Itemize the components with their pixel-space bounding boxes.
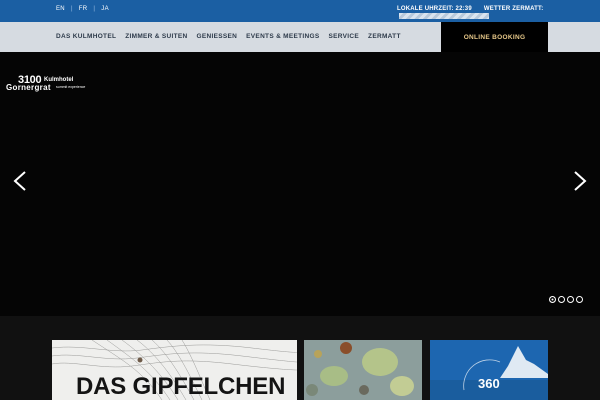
nav-item-kulmhotel[interactable]: DAS KULMHOTEL — [56, 33, 116, 40]
logo-place: Gornergrat — [6, 83, 51, 92]
nav-item-service[interactable]: SERVICE — [329, 33, 360, 40]
weather-label: WETTER ZERMATT: — [483, 6, 544, 12]
slide-dot-1[interactable] — [549, 296, 556, 303]
info-bar: LOKALE UHRZEIT: 22:39 WETTER ZERMATT: — [397, 6, 543, 12]
top-bar: EN | FR | JA LOKALE UHRZEIT: 22:39 WETTE… — [0, 0, 600, 22]
slide-dot-4[interactable] — [576, 296, 583, 303]
teaser-section: DAS GIPFELCHEN 360 — [0, 316, 600, 400]
hero-slider: 3100 Kulmhotel Gornergrat summit experie… — [0, 52, 600, 316]
language-ja[interactable]: JA — [95, 6, 115, 12]
local-time: LOKALE UHRZEIT: 22:39 — [397, 6, 472, 12]
chevron-left-icon[interactable] — [10, 166, 30, 196]
lichen-photo-image — [304, 340, 422, 400]
teaser-card-lichen[interactable] — [304, 340, 422, 400]
slide-dot-2[interactable] — [558, 296, 565, 303]
language-fr[interactable]: FR — [73, 6, 94, 12]
nav-item-zermatt[interactable]: ZERMATT — [368, 33, 401, 40]
online-booking-button[interactable]: ONLINE BOOKING — [441, 22, 548, 52]
teaser-title: DAS GIPFELCHEN — [76, 373, 286, 400]
nav-item-zimmer-suiten[interactable]: ZIMMER & SUITEN — [125, 33, 187, 40]
slider-pagination — [549, 296, 585, 303]
language-en[interactable]: EN — [56, 6, 71, 12]
badge-360: 360 — [478, 376, 500, 391]
language-switcher: EN | FR | JA — [56, 6, 115, 12]
slide-dot-3[interactable] — [567, 296, 574, 303]
logo-tagline: summit experience — [56, 85, 86, 89]
nav-item-geniessen[interactable]: GENIESSEN — [197, 33, 238, 40]
teaser-card-360[interactable]: 360 — [430, 340, 548, 400]
chevron-right-icon[interactable] — [570, 166, 590, 196]
teaser-card-gipfelchen[interactable]: DAS GIPFELCHEN — [52, 340, 297, 400]
nav-item-events-meetings[interactable]: EVENTS & MEETINGS — [246, 33, 319, 40]
matterhorn-photo-image — [430, 340, 548, 400]
weather-widget — [399, 13, 489, 19]
